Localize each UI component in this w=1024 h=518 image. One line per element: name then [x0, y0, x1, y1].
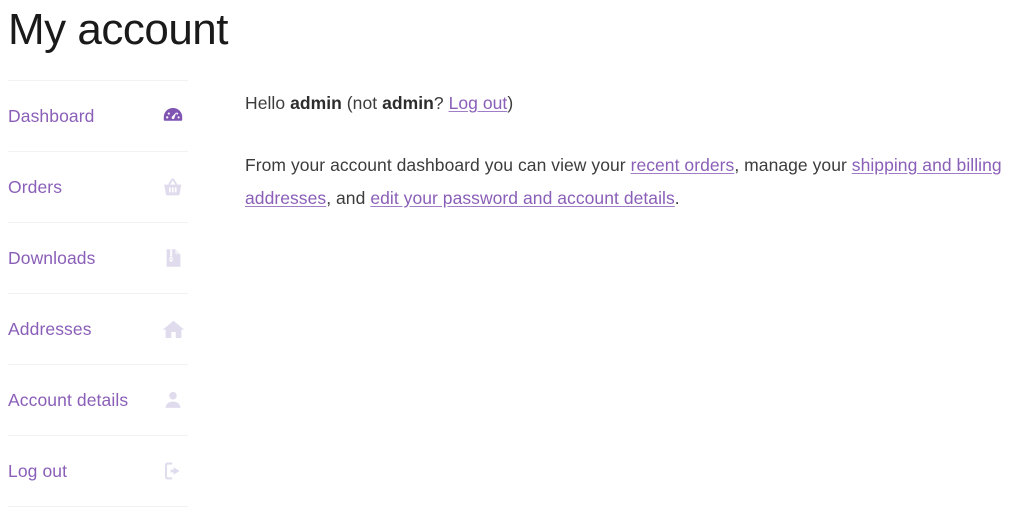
- sidebar-link-dashboard[interactable]: Dashboard: [8, 81, 188, 151]
- greeting-question: ?: [433, 93, 444, 113]
- account-content: Hello admin (not admin? Log out) From yo…: [245, 80, 1020, 215]
- sidebar-item-label: Account details: [8, 389, 129, 410]
- greeting-hello: Hello: [245, 93, 286, 113]
- intro-paragraph: From your account dashboard you can view…: [245, 120, 1020, 215]
- sidebar-link-account-details[interactable]: Account details: [8, 365, 188, 435]
- user-icon: [160, 387, 186, 413]
- shopping-basket-icon: [160, 174, 186, 200]
- sidebar-item-account-details[interactable]: Account details: [8, 364, 188, 435]
- sidebar-item-log-out[interactable]: Log out: [8, 435, 188, 506]
- intro-text-3: , and: [326, 188, 366, 208]
- sidebar-item-downloads[interactable]: Downloads: [8, 222, 188, 293]
- intro-text-2: , manage your: [734, 155, 847, 175]
- dashboard-gauge-icon: [160, 103, 186, 129]
- sidebar-bottom-divider: [8, 506, 188, 507]
- recent-orders-link[interactable]: recent orders: [631, 155, 735, 175]
- account-navigation: Dashboard Orders Downloads Addresses Acc…: [0, 80, 196, 507]
- sidebar-link-orders[interactable]: Orders: [8, 152, 188, 222]
- sidebar-link-addresses[interactable]: Addresses: [8, 294, 188, 364]
- logout-link[interactable]: Log out: [449, 93, 508, 113]
- sidebar-item-dashboard[interactable]: Dashboard: [8, 80, 188, 151]
- sidebar-link-downloads[interactable]: Downloads: [8, 223, 188, 293]
- sign-out-icon: [160, 458, 186, 484]
- sidebar-item-label: Addresses: [8, 318, 92, 339]
- sidebar-item-label: Dashboard: [8, 105, 95, 126]
- greeting-not-prefix: (not: [346, 93, 378, 113]
- sidebar-link-log-out[interactable]: Log out: [8, 436, 188, 506]
- sidebar-item-label: Log out: [8, 460, 68, 481]
- sidebar-item-label: Downloads: [8, 247, 96, 268]
- home-icon: [160, 316, 186, 342]
- my-account-page: My account Dashboard Orders Downloads Ad…: [0, 0, 1024, 518]
- greeting-not-username: admin: [382, 93, 434, 113]
- greeting-paragraph: Hello admin (not admin? Log out): [245, 80, 1020, 120]
- intro-text-4: .: [674, 188, 680, 208]
- greeting-close-paren: ): [507, 93, 514, 113]
- zip-file-icon: [160, 245, 186, 271]
- intro-text-1: From your account dashboard you can view…: [245, 155, 626, 175]
- sidebar-item-orders[interactable]: Orders: [8, 151, 188, 222]
- sidebar-item-label: Orders: [8, 176, 63, 197]
- greeting-username: admin: [290, 93, 342, 113]
- sidebar-item-addresses[interactable]: Addresses: [8, 293, 188, 364]
- page-title: My account: [8, 5, 228, 54]
- edit-account-details-link[interactable]: edit your password and account details: [370, 188, 674, 208]
